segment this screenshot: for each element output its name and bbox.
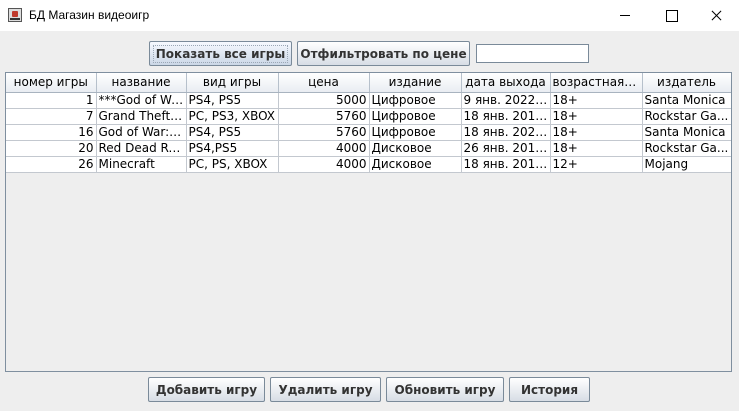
maximize-icon[interactable] xyxy=(648,0,694,31)
filter-by-price-button[interactable]: Отфильтровать по цене xyxy=(297,41,470,66)
table-cell[interactable]: ***God of War:... xyxy=(96,92,187,109)
table-cell[interactable]: Red Dead Re... xyxy=(96,140,187,157)
table-row[interactable]: 20 Red Dead Re... PS4,PS5 4000 Дисковое 26 ян… xyxy=(6,140,731,157)
table-row[interactable]: 16 God of War: R... PS4, PS5 5760 Цифровое 18… xyxy=(6,124,731,141)
table-cell[interactable]: 5000 xyxy=(278,92,370,109)
table-row[interactable]: 26 Minecraft PC, PS, XBOX 4000 Дисковое 18 ян… xyxy=(6,156,731,173)
main-panel: Показать все игры Отфильтровать по цене … xyxy=(0,31,739,411)
table-cell[interactable]: 18 янв. 2011 г. xyxy=(461,156,551,173)
table-cell[interactable]: PS4, PS5 xyxy=(186,92,279,109)
table-cell[interactable]: Santa Monica xyxy=(642,124,731,141)
delete-game-label: Удалить игру xyxy=(278,382,373,397)
table-cell[interactable]: PC, PS3, XBOX xyxy=(186,108,279,125)
table-cell[interactable]: Santa Monica xyxy=(642,92,731,109)
price-filter-input[interactable] xyxy=(476,44,589,63)
table-cell[interactable]: 26 янв. 2018 г. xyxy=(461,140,551,157)
close-icon[interactable] xyxy=(693,0,739,31)
table-cell[interactable]: 12+ xyxy=(550,156,643,173)
table-cell[interactable]: 18+ xyxy=(550,108,643,125)
table-cell[interactable]: Цифровое xyxy=(369,108,462,125)
title-bar: БД Магазин видеоигр xyxy=(0,0,739,31)
table-cell[interactable]: Цифровое xyxy=(369,124,462,141)
column-header[interactable]: номер игры xyxy=(6,73,97,93)
table-cell[interactable]: God of War: R... xyxy=(96,124,187,141)
table-header-row: номер игры название вид игры цена издание дат… xyxy=(6,73,731,93)
games-table-scroll-pane[interactable]: номер игры название вид игры цена издание дат… xyxy=(5,72,732,372)
table-row[interactable]: 1***God of War:...PS4, PS55000Цифровое9 … xyxy=(6,92,731,109)
delete-game-button[interactable]: Удалить игру xyxy=(270,377,381,402)
table-cell[interactable]: 18+ xyxy=(550,124,643,141)
table-cell[interactable]: Rockstar Ga... xyxy=(642,108,731,125)
table-cell[interactable]: 18+ xyxy=(550,140,643,157)
table-cell[interactable]: 4000 xyxy=(278,156,370,173)
table-cell[interactable]: 18+ xyxy=(550,92,643,109)
table-cell[interactable]: 18 янв. 2014 г. xyxy=(461,108,551,125)
table-cell[interactable]: PS4, PS5 xyxy=(186,124,279,141)
table-cell[interactable]: 5760 xyxy=(278,124,370,141)
window-title: БД Магазин видеоигр xyxy=(29,8,150,22)
update-game-button[interactable]: Обновить игру xyxy=(386,377,504,402)
column-header[interactable]: возрастная к... xyxy=(550,73,643,93)
table-body: 1***God of War:...PS4, PS55000Цифровое9 … xyxy=(6,92,731,173)
table-cell[interactable]: Minecraft xyxy=(96,156,187,173)
table-cell[interactable]: 26 xyxy=(6,156,97,173)
history-label: История xyxy=(520,382,579,397)
table-cell[interactable]: 16 xyxy=(6,124,97,141)
table-cell[interactable]: 9 янв. 2022 г. xyxy=(461,92,551,109)
filter-by-price-label: Отфильтровать по цене xyxy=(300,46,467,61)
column-header[interactable]: вид игры xyxy=(186,73,279,93)
table-cell[interactable]: 18 янв. 2022 г. xyxy=(461,124,551,141)
table-cell[interactable]: 7 xyxy=(6,108,97,125)
add-game-button[interactable]: Добавить игру xyxy=(148,377,265,402)
table-cell[interactable]: Цифровое xyxy=(369,92,462,109)
show-all-games-button[interactable]: Показать все игры xyxy=(149,41,292,66)
table-cell[interactable]: Дисковое xyxy=(369,156,462,173)
column-header[interactable]: название xyxy=(96,73,187,93)
games-table: номер игры название вид игры цена издание дат… xyxy=(6,73,731,173)
table-row[interactable]: 7 Grand Theft A... PC, PS3, XBOX 5760 Цифров… xyxy=(6,108,731,125)
column-header[interactable]: цена xyxy=(278,73,370,93)
show-all-games-label: Показать все игры xyxy=(152,44,289,63)
table-cell[interactable]: PC, PS, XBOX xyxy=(186,156,279,173)
add-game-label: Добавить игру xyxy=(155,382,258,397)
minimize-icon[interactable] xyxy=(602,0,648,31)
update-game-label: Обновить игру xyxy=(394,382,496,397)
column-header[interactable]: дата выхода xyxy=(461,73,551,93)
table-cell[interactable]: Grand Theft A... xyxy=(96,108,187,125)
table-cell[interactable]: Дисковое xyxy=(369,140,462,157)
java-cup-icon xyxy=(8,8,22,22)
table-cell[interactable]: PS4,PS5 xyxy=(186,140,279,157)
table-cell[interactable]: Mojang xyxy=(642,156,731,173)
table-cell[interactable]: Rockstar Ga... xyxy=(642,140,731,157)
column-header[interactable]: издание xyxy=(369,73,462,93)
column-header[interactable]: издатель xyxy=(642,73,731,93)
history-button[interactable]: История xyxy=(509,377,590,402)
table-cell[interactable]: 1 xyxy=(6,92,97,109)
table-cell[interactable]: 5760 xyxy=(278,108,370,125)
table-cell[interactable]: 20 xyxy=(6,140,97,157)
table-cell[interactable]: 4000 xyxy=(278,140,370,157)
